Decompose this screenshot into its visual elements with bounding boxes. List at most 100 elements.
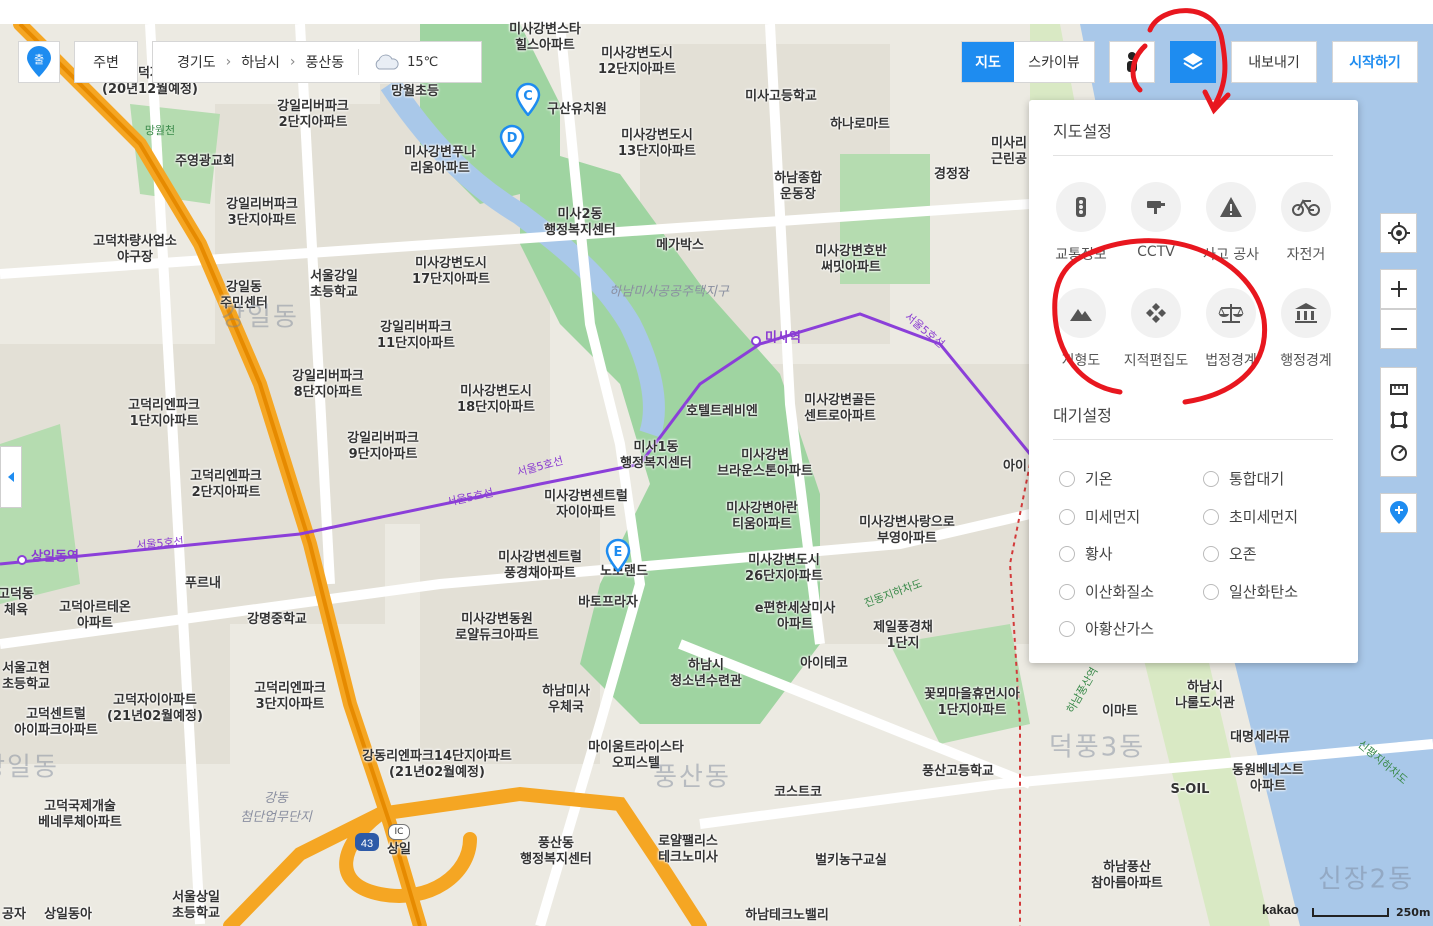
map-place-label[interactable]: 미사강변센트럴 자이아파트 [544, 489, 628, 521]
map-place-label[interactable]: 미사강변골든 센트로아파트 [804, 393, 876, 425]
map-place-label[interactable]: 미사강변도시 18단지아파트 [457, 384, 535, 416]
map-marker-e[interactable]: E [605, 538, 631, 573]
map-place-label[interactable]: 하나로마트 [830, 117, 890, 133]
start-button[interactable]: 시작하기 [1332, 41, 1418, 83]
air-option-pm25[interactable]: 초미세먼지 [1203, 506, 1298, 527]
map-place-label[interactable]: 미사2동 행정복지센터 [544, 207, 616, 239]
layer-accident[interactable]: 사고 공사 [1196, 182, 1266, 264]
map-place-label[interactable]: 대명세라뮤 [1230, 730, 1290, 746]
current-location-button[interactable] [1380, 213, 1417, 253]
subway-station-label[interactable]: 상일동역 [31, 546, 79, 565]
map-place-label[interactable]: 미사리 근린공 [991, 136, 1027, 168]
layer-cctv[interactable]: CCTV [1121, 182, 1191, 260]
map-place-label[interactable]: 고덕리엔파크 3단지아파트 [254, 681, 326, 713]
map-place-label[interactable]: 하남테크노밸리 [745, 908, 829, 924]
map-place-label[interactable]: 강명중학교 [247, 612, 307, 628]
map-place-label[interactable]: 미사강변도시 26단지아파트 [745, 553, 823, 585]
map-place-label[interactable]: 바토프라자 [578, 595, 638, 611]
breadcrumb-province[interactable]: 경기도 [177, 52, 216, 72]
air-option-no2[interactable]: 이산화질소 [1059, 581, 1154, 602]
map-place-label[interactable]: 고덕리엔파크 1단지아파트 [128, 398, 200, 430]
map-place-label[interactable]: 하남풍산 참아름아파트 [1091, 860, 1163, 892]
map-place-label[interactable]: 고덕동 체육 [0, 587, 34, 619]
map-place-label[interactable]: S-OIL [1171, 782, 1210, 798]
tab-map[interactable]: 지도 [962, 42, 1014, 82]
map-place-label[interactable]: 망월초등 [391, 84, 439, 100]
air-option-temperature[interactable]: 기온 [1059, 468, 1113, 489]
start-marker-button[interactable]: 출 [18, 41, 60, 83]
map-place-label[interactable]: 아이테코 [800, 656, 848, 672]
ruler-icon[interactable] [1389, 382, 1408, 396]
map-place-label[interactable]: 하남시 나룰도서관 [1175, 680, 1235, 712]
export-button[interactable]: 내보내기 [1231, 41, 1317, 83]
map-place-label[interactable]: 고덕리엔파크 2단지아파트 [190, 469, 262, 501]
air-option-yellow-dust[interactable]: 황사 [1059, 543, 1113, 564]
map-place-label[interactable]: 고덕아르테온 아파트 [59, 600, 131, 632]
map-place-label[interactable]: 미사고등학교 [745, 89, 817, 105]
map-place-label[interactable]: 하남미사 우체국 [542, 684, 590, 716]
map-place-label[interactable]: 고덕센트럴 아이파크아파트 [14, 707, 98, 739]
map-place-label[interactable]: 강동리엔파크14단지아파트 (21년02월예정) [362, 749, 512, 781]
map-place-label[interactable]: 미사강변도시 13단지아파트 [618, 128, 696, 160]
map-place-label[interactable]: 로얄팰리스 테크노미사 [658, 834, 718, 866]
map-place-label[interactable]: 주영광교회 [175, 154, 235, 170]
air-option-so2[interactable]: 아황산가스 [1059, 618, 1154, 639]
map-place-label[interactable]: 미사강변사랑으로 부영아파트 [859, 515, 955, 547]
map-place-label[interactable]: 강일리버파크 8단지아파트 [292, 369, 364, 401]
map-place-label[interactable]: 동원베네스트 아파트 [1232, 763, 1304, 795]
air-option-co[interactable]: 일산화탄소 [1203, 581, 1298, 602]
map-place-label[interactable]: 고덕차량사업소 야구장 [93, 234, 177, 266]
map-place-label[interactable]: 미사강변센트럴 풍경채아파트 [498, 550, 582, 582]
radius-icon[interactable] [1390, 444, 1408, 462]
map-place-label[interactable]: 호텔트레비엔 [686, 404, 758, 420]
map-place-label[interactable]: e편한세상미사 아파트 [755, 601, 836, 633]
map-place-label[interactable]: 아이 [1003, 459, 1027, 475]
map-place-label[interactable]: 미사강변동원 로얄듀크아파트 [455, 612, 539, 644]
air-option-ozone[interactable]: 오존 [1203, 543, 1257, 564]
map-place-label[interactable]: 하남시 청소년수련관 [670, 658, 742, 690]
map-place-label[interactable]: 미사강변 브라운스톤아파트 [717, 448, 813, 480]
map-place-label[interactable]: 제일풍경채 1단지 [873, 620, 933, 652]
air-option-integrated[interactable]: 통합대기 [1203, 468, 1284, 489]
map-place-label[interactable]: 코스트코 [774, 785, 822, 801]
map-place-label[interactable]: 꽃뫼마을휴먼시아 1단지아파트 [924, 687, 1020, 719]
map-place-label[interactable]: 미사강변푸나 리움아파트 [404, 145, 476, 177]
layer-legal-boundary[interactable]: 법정경계 [1196, 288, 1266, 370]
map-place-label[interactable]: 경정장 [934, 167, 970, 183]
map-place-label[interactable]: 고덕자이아파트 (21년02월예정) [107, 693, 203, 725]
map-place-label[interactable]: 메가박스 [656, 238, 704, 254]
map-place-label[interactable]: 강일리버파크 3단지아파트 [226, 197, 298, 229]
layers-button[interactable] [1170, 41, 1216, 83]
map-place-label[interactable]: 하남종합 운동장 [774, 171, 822, 203]
map-place-label[interactable]: 상일동아 [44, 907, 92, 923]
nearby-button[interactable]: 주변 [74, 41, 138, 83]
map-place-label[interactable]: 고덕국제개술 베네루체아파트 [38, 799, 122, 831]
map-place-label[interactable]: 풍산고등학교 [922, 764, 994, 780]
breadcrumb-dong[interactable]: 풍산동 [306, 52, 345, 72]
layer-terrain[interactable]: 지형도 [1046, 288, 1116, 370]
map-place-label[interactable]: 서울상일 초등학교 [172, 890, 220, 922]
map-place-label[interactable]: 벌키농구교실 [815, 853, 887, 869]
sidebar-toggle-button[interactable] [0, 446, 22, 508]
add-location-button[interactable] [1380, 493, 1417, 533]
layer-cadastral[interactable]: 지적편집도 [1121, 288, 1191, 370]
map-place-label[interactable]: 미사강변도시 17단지아파트 [412, 256, 490, 288]
map-place-label[interactable]: 강일리버파크 2단지아파트 [277, 99, 349, 131]
map-place-label[interactable]: 미사강변아란 티움아파트 [726, 501, 798, 533]
map-place-label[interactable]: 강일리버파크 11단지아파트 [377, 320, 455, 352]
zoom-out-button[interactable] [1380, 309, 1417, 349]
map-place-label[interactable]: 미사강변스타 힐스아파트 [509, 22, 581, 54]
layer-admin-boundary[interactable]: 행정경계 [1271, 288, 1341, 370]
layer-bicycle[interactable]: 자전거 [1271, 182, 1341, 264]
map-place-label[interactable]: 서울강일 초등학교 [310, 269, 358, 301]
map-place-label[interactable]: 공자 [2, 907, 26, 923]
area-measure-icon[interactable] [1390, 411, 1408, 429]
map-place-label[interactable]: 푸르내 [185, 576, 221, 592]
map-marker-c[interactable]: C [515, 82, 541, 117]
map-place-label[interactable]: 미사강변호반 써밋아파트 [815, 244, 887, 276]
map-place-label[interactable]: 풍산동 행정복지센터 [520, 836, 592, 868]
map-place-label[interactable]: 구산유치원 [547, 102, 607, 118]
map-place-label[interactable]: 미사강변도시 12단지아파트 [598, 46, 676, 78]
layer-traffic[interactable]: 교통정보 [1046, 182, 1116, 264]
tab-skyview[interactable]: 스카이뷰 [1014, 42, 1094, 82]
